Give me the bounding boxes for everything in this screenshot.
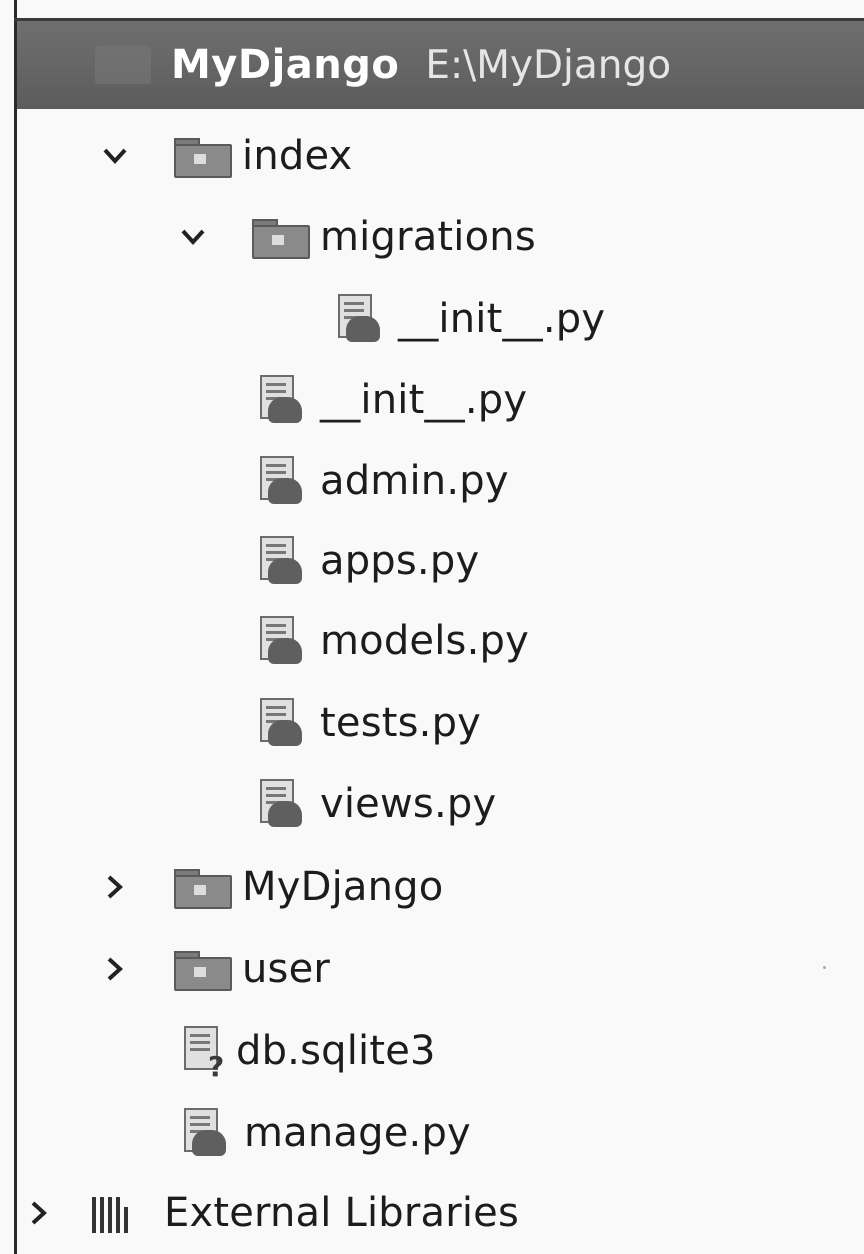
- tree-item-label: __init__.py: [320, 377, 528, 423]
- folder-icon: [252, 217, 310, 259]
- python-file-icon: [332, 294, 384, 344]
- tree-item-label: db.sqlite3: [236, 1028, 436, 1074]
- tree-item-label: External Libraries: [164, 1190, 520, 1236]
- project-root-row[interactable]: MyDjango E:\MyDjango: [95, 24, 671, 106]
- folder-icon: [174, 949, 232, 991]
- tree-item-label: MyDjango: [242, 864, 444, 910]
- tree-item-label: apps.py: [320, 538, 480, 584]
- tree-item-index-init[interactable]: __init__.py: [254, 359, 527, 441]
- python-file-icon: [254, 698, 306, 748]
- tree-item-user[interactable]: user: [98, 928, 330, 1010]
- chevron-down-icon[interactable]: [98, 136, 132, 176]
- window-left-border: [14, 0, 17, 1254]
- tree-item-admin[interactable]: admin.py: [254, 440, 509, 522]
- tree-item-label: admin.py: [320, 458, 509, 504]
- project-tool-window: MyDjango E:\MyDjango index migrations __…: [0, 0, 864, 1254]
- tree-item-label: user: [242, 946, 331, 992]
- python-file-icon: [254, 456, 306, 506]
- project-path: E:\MyDjango: [425, 42, 672, 88]
- tree-item-mydjango[interactable]: MyDjango: [98, 846, 443, 928]
- tree-item-migrations-init[interactable]: __init__.py: [332, 278, 605, 360]
- tree-item-label: manage.py: [244, 1110, 471, 1156]
- tree-item-label: views.py: [320, 781, 497, 827]
- python-file-icon: [254, 536, 306, 586]
- speck: [823, 966, 826, 969]
- tree-item-label: migrations: [320, 214, 536, 260]
- python-file-icon: [254, 616, 306, 666]
- chevron-right-icon[interactable]: [22, 1193, 56, 1233]
- project-folder-icon: [95, 46, 151, 84]
- tree-item-apps[interactable]: apps.py: [254, 520, 479, 602]
- tree-item-label: index: [242, 133, 353, 179]
- python-file-icon: [254, 779, 306, 829]
- tree-item-index[interactable]: index: [98, 115, 352, 197]
- tree-item-external-libraries[interactable]: External Libraries: [22, 1172, 519, 1254]
- folder-icon: [174, 136, 232, 178]
- tree-item-migrations[interactable]: migrations: [176, 196, 536, 278]
- tree-item-label: models.py: [320, 618, 529, 664]
- tree-item-views[interactable]: views.py: [254, 763, 496, 845]
- chevron-right-icon[interactable]: [98, 949, 132, 989]
- project-name: MyDjango: [171, 42, 400, 88]
- python-file-icon: [254, 375, 306, 425]
- database-file-icon: ?: [178, 1026, 230, 1083]
- chevron-down-icon[interactable]: [176, 217, 210, 257]
- tree-item-models[interactable]: models.py: [254, 600, 529, 682]
- tree-item-db-sqlite3[interactable]: ? db.sqlite3: [178, 1010, 436, 1092]
- tree-item-label: tests.py: [320, 700, 482, 746]
- tree-item-manage[interactable]: manage.py: [178, 1092, 471, 1174]
- tree-item-tests[interactable]: tests.py: [254, 682, 481, 764]
- folder-icon: [174, 867, 232, 909]
- chevron-right-icon[interactable]: [98, 867, 132, 907]
- tree-item-label: __init__.py: [398, 296, 606, 342]
- libraries-icon: [92, 1193, 150, 1233]
- python-file-icon: [178, 1108, 230, 1158]
